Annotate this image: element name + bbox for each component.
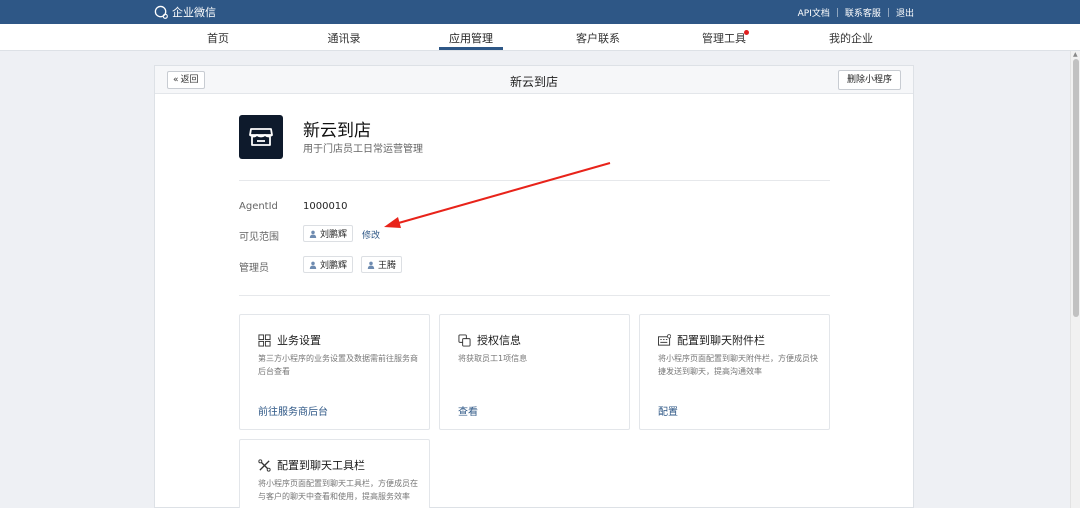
contact-support-link[interactable]: 联系客服	[845, 6, 881, 19]
user-icon	[309, 230, 317, 238]
store-icon	[239, 115, 283, 159]
nav-contacts[interactable]: 通讯录	[328, 30, 361, 46]
tools-icon	[258, 458, 271, 472]
admin-chip-label: 刘鹏辉	[320, 261, 348, 271]
separator: |	[835, 7, 839, 18]
logo[interactable]: 企业微信	[154, 4, 216, 20]
user-icon	[309, 261, 317, 269]
card-title: 配置到聊天附件栏	[658, 332, 765, 348]
view-link[interactable]: 查看	[458, 403, 478, 418]
user-chip: 刘鹏辉	[303, 225, 354, 242]
nav-customer-contact[interactable]: 客户联系	[576, 30, 620, 46]
business-settings-card: 业务设置 第三方小程序的业务设置及数据需前往服务商后台查看 前往服务商后台	[239, 314, 430, 430]
active-tab-indicator	[439, 47, 503, 50]
separator: |	[886, 7, 890, 18]
user-icon	[367, 261, 375, 269]
card-title-label: 授权信息	[477, 334, 521, 347]
card-description: 第三方小程序的业务设置及数据需前往服务商后台查看	[258, 354, 418, 376]
card-title: 配置到聊天工具栏	[258, 457, 365, 473]
delete-miniprogram-button[interactable]: 删除小程序	[837, 70, 901, 90]
authorization-info-card: 授权信息 将获取员工1项信息 查看	[439, 314, 630, 430]
admin-chip: 刘鹏辉	[303, 256, 354, 273]
card-description: 将小程序页面配置到聊天附件栏，方便成员快捷发送到聊天，提高沟通效率	[658, 354, 818, 376]
nav-management-tools[interactable]: 管理工具	[702, 30, 746, 46]
grid-icon	[258, 333, 271, 347]
card-description: 将小程序页面配置到聊天工具栏，方便成员在与客户的聊天中查看和使用，提高服务效率	[258, 479, 418, 501]
nav-app-management[interactable]: 应用管理	[449, 30, 493, 46]
admin-chip-label: 王腾	[378, 261, 397, 271]
top-bar: 企业微信 API文档 | 联系客服 | 退出	[0, 0, 1080, 24]
scroll-thumb[interactable]	[1073, 59, 1079, 317]
page-scrollbar[interactable]: ▲	[1070, 51, 1080, 508]
logo-text: 企业微信	[172, 6, 216, 19]
edit-visibility-link[interactable]: 修改	[362, 228, 380, 241]
panel-title: 新云到店	[509, 75, 558, 89]
card-title: 授权信息	[458, 332, 521, 348]
card-title-label: 配置到聊天工具栏	[277, 459, 365, 472]
divider	[239, 295, 830, 296]
card-title-label: 配置到聊天附件栏	[677, 334, 765, 347]
admin-chip: 王腾	[361, 256, 403, 273]
logout-link[interactable]: 退出	[896, 6, 914, 19]
card-title-label: 业务设置	[277, 334, 321, 347]
divider	[239, 180, 830, 181]
agentid-value: 1000010	[303, 201, 348, 212]
agentid-label: AgentId	[239, 201, 278, 212]
app-detail-panel: « 返回 新云到店 删除小程序 新云到店 用于门店员工日常运营管理 AgentI…	[154, 65, 914, 508]
chat-attachment-config-card: 配置到聊天附件栏 将小程序页面配置到聊天附件栏，方便成员快捷发送到聊天，提高沟通…	[639, 314, 830, 430]
go-to-provider-backend-link[interactable]: 前往服务商后台	[258, 403, 328, 418]
user-chip-label: 刘鹏辉	[320, 230, 348, 240]
nav-my-enterprise[interactable]: 我的企业	[829, 30, 873, 46]
keyboard-icon	[658, 333, 671, 346]
chat-toolbar-config-card: 配置到聊天工具栏 将小程序页面配置到聊天工具栏，方便成员在与客户的聊天中查看和使…	[239, 439, 430, 508]
wecom-logo-icon	[154, 5, 168, 19]
card-description: 将获取员工1项信息	[458, 354, 528, 363]
top-links: API文档 | 联系客服 | 退出	[798, 6, 914, 20]
notification-dot	[744, 30, 749, 35]
admin-label: 管理员	[239, 263, 269, 274]
main-nav: 首页 通讯录 应用管理 客户联系 管理工具 我的企业	[0, 24, 1080, 51]
visibility-label: 可见范围	[239, 232, 279, 243]
nav-home[interactable]: 首页	[207, 30, 229, 46]
app-name: 新云到店	[303, 121, 371, 141]
app-description: 用于门店员工日常运营管理	[303, 144, 423, 155]
api-docs-link[interactable]: API文档	[798, 6, 830, 19]
card-title: 业务设置	[258, 332, 321, 348]
scroll-up-icon[interactable]: ▲	[1073, 51, 1078, 58]
copy-icon	[458, 333, 471, 347]
panel-header: « 返回 新云到店 删除小程序	[155, 66, 913, 94]
configure-link[interactable]: 配置	[658, 403, 678, 418]
